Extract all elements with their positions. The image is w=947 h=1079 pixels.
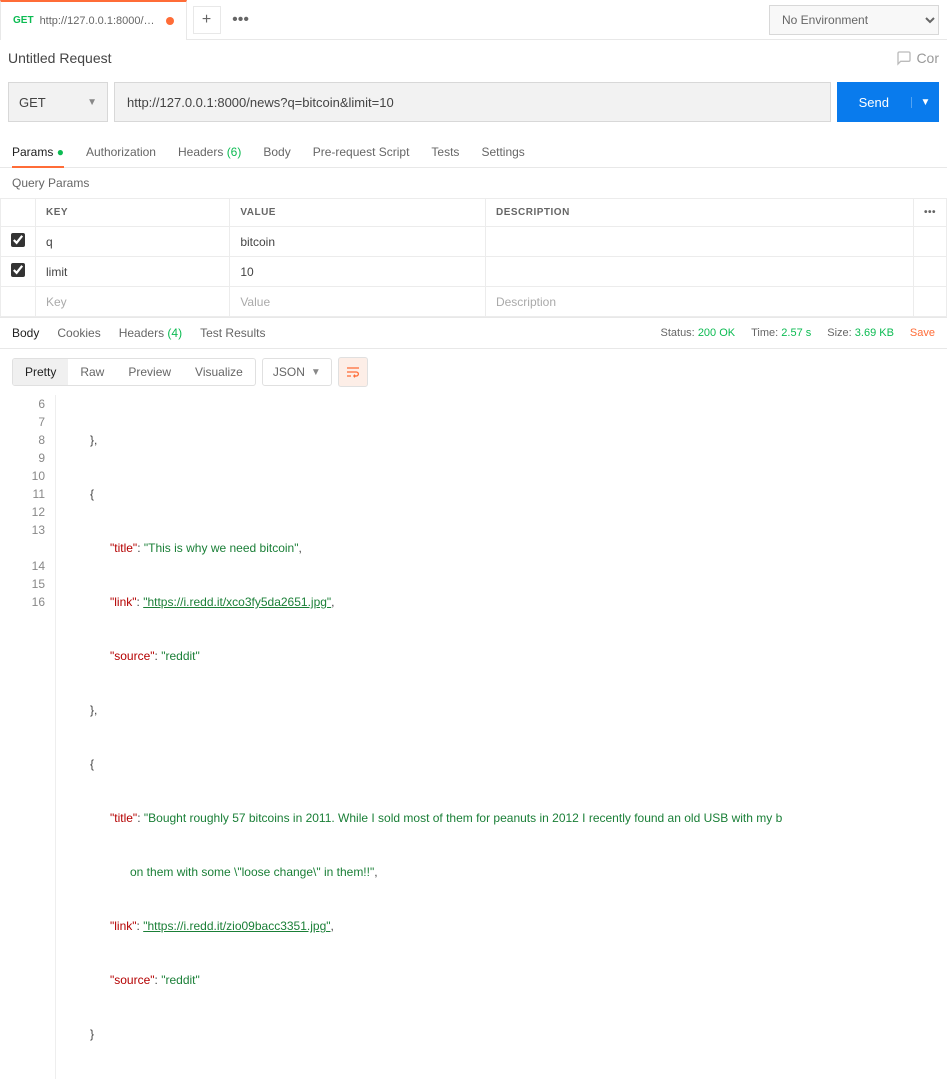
- param-desc[interactable]: [485, 227, 913, 257]
- wrap-icon: [345, 365, 361, 379]
- col-desc: DESCRIPTION: [485, 199, 913, 227]
- tab-authorization[interactable]: Authorization: [86, 145, 156, 159]
- comments-label[interactable]: Cor: [916, 50, 939, 66]
- tab-prerequest[interactable]: Pre-request Script: [313, 145, 410, 159]
- tab-body[interactable]: Body: [263, 145, 290, 159]
- new-tab-button[interactable]: +: [193, 6, 221, 34]
- table-row[interactable]: q bitcoin: [1, 227, 947, 257]
- param-desc-placeholder[interactable]: Description: [485, 287, 913, 317]
- status-label: Status: 200 OK: [661, 327, 736, 339]
- param-checkbox[interactable]: [11, 233, 25, 247]
- col-value: VALUE: [230, 199, 486, 227]
- request-title: Untitled Request: [8, 50, 112, 66]
- response-tab-tests[interactable]: Test Results: [200, 326, 265, 340]
- param-key[interactable]: limit: [36, 257, 230, 287]
- view-pretty[interactable]: Pretty: [13, 359, 68, 385]
- param-key-placeholder[interactable]: Key: [36, 287, 230, 317]
- param-key[interactable]: q: [36, 227, 230, 257]
- view-visualize[interactable]: Visualize: [183, 359, 255, 385]
- send-button[interactable]: Send ▼: [837, 82, 939, 122]
- chevron-down-icon: ▼: [311, 367, 321, 378]
- tab-settings[interactable]: Settings: [481, 145, 524, 159]
- send-dropdown[interactable]: ▼: [911, 97, 939, 108]
- param-value[interactable]: bitcoin: [230, 227, 486, 257]
- line-gutter: 678910111213141516: [0, 395, 56, 1079]
- request-tab[interactable]: GET http://127.0.0.1:8000/news?q=b...: [0, 0, 187, 40]
- param-desc[interactable]: [485, 257, 913, 287]
- tab-method: GET: [13, 15, 34, 26]
- chevron-down-icon: ▼: [87, 97, 97, 108]
- comment-icon: [896, 50, 912, 66]
- save-response-button[interactable]: Save: [910, 327, 935, 339]
- param-value[interactable]: 10: [230, 257, 486, 287]
- format-selector[interactable]: JSON▼: [262, 358, 332, 386]
- response-tab-headers[interactable]: Headers (4): [119, 326, 182, 340]
- response-tab-cookies[interactable]: Cookies: [57, 326, 100, 340]
- url-input-wrapper[interactable]: [114, 82, 831, 122]
- tab-headers[interactable]: Headers (6): [178, 145, 241, 159]
- response-tab-body[interactable]: Body: [12, 326, 39, 340]
- environment-select[interactable]: No Environment: [769, 5, 939, 35]
- tab-params[interactable]: Params ●: [12, 145, 64, 159]
- view-segment: Pretty Raw Preview Visualize: [12, 358, 256, 386]
- send-label: Send: [837, 95, 911, 110]
- wrap-lines-button[interactable]: [338, 357, 368, 387]
- col-options[interactable]: •••: [913, 199, 946, 227]
- more-tabs-button[interactable]: •••: [227, 6, 255, 34]
- method-selector[interactable]: GET ▼: [8, 82, 108, 122]
- size-label: Size: 3.69 KB: [827, 327, 894, 339]
- code-source: }, { "title": "This is why we need bitco…: [56, 395, 947, 1079]
- tab-title: http://127.0.0.1:8000/news?q=b...: [40, 15, 160, 27]
- url-input[interactable]: [127, 95, 818, 110]
- table-row[interactable]: limit 10: [1, 257, 947, 287]
- param-checkbox[interactable]: [11, 263, 25, 277]
- time-label: Time: 2.57 s: [751, 327, 811, 339]
- method-value: GET: [19, 95, 46, 110]
- response-body[interactable]: 678910111213141516 }, { "title": "This i…: [0, 395, 947, 1079]
- param-value-placeholder[interactable]: Value: [230, 287, 486, 317]
- col-key: KEY: [36, 199, 230, 227]
- view-raw[interactable]: Raw: [68, 359, 116, 385]
- view-preview[interactable]: Preview: [116, 359, 183, 385]
- params-subtitle: Query Params: [0, 168, 947, 198]
- table-row-empty[interactable]: Key Value Description: [1, 287, 947, 317]
- tab-tests[interactable]: Tests: [431, 145, 459, 159]
- params-table: KEY VALUE DESCRIPTION ••• q bitcoin limi…: [0, 198, 947, 317]
- unsaved-dot-icon: [166, 17, 174, 25]
- environment-selector[interactable]: No Environment: [769, 5, 939, 35]
